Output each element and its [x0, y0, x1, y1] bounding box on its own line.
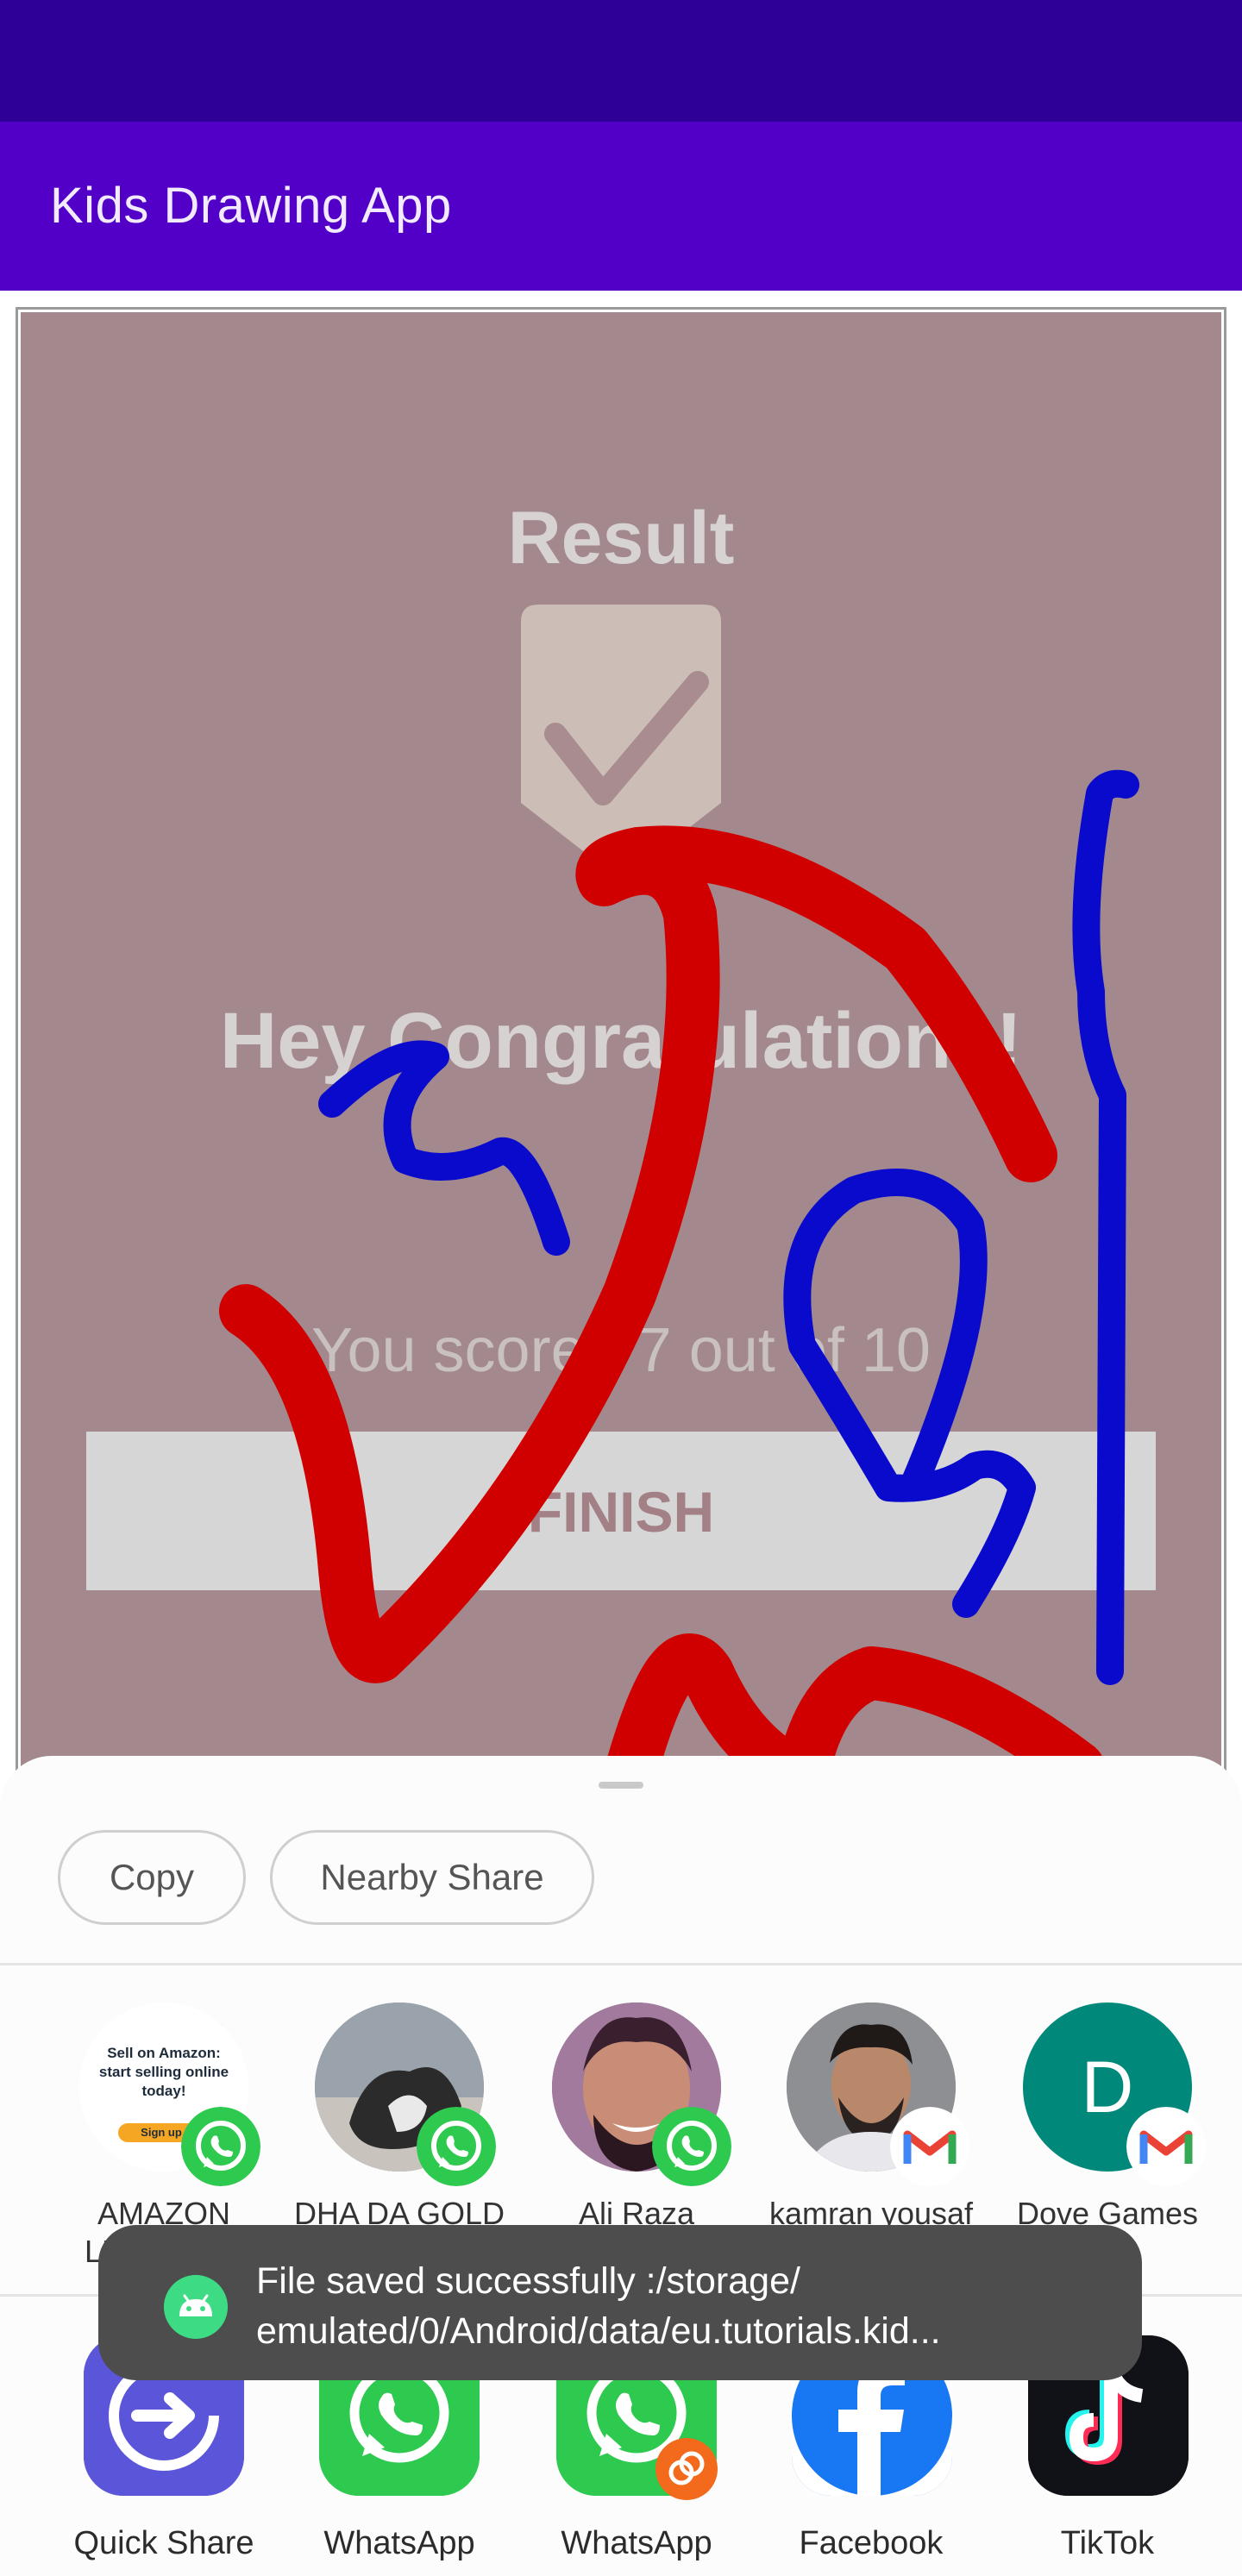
app-name: TikTok — [1060, 2525, 1155, 2561]
share-sheet-drag-handle[interactable] — [599, 1782, 643, 1789]
blue-stroke — [783, 1169, 1036, 1618]
android-icon — [164, 2275, 228, 2339]
app-name: WhatsApp — [561, 2525, 712, 2561]
red-stroke — [219, 825, 1057, 1683]
dual-messenger-badge-icon — [656, 2438, 718, 2500]
copy-chip-button[interactable]: Copy — [58, 1830, 246, 1925]
toast-message: File saved successfully :/storage/ emula… — [256, 2256, 1127, 2356]
divider — [0, 1963, 1242, 1965]
whatsapp-icon — [181, 2107, 260, 2186]
whatsapp-icon — [652, 2107, 731, 2186]
gmail-icon — [1126, 2107, 1206, 2186]
blue-stroke — [1072, 769, 1139, 1685]
amazon-ad-text: today! — [141, 2083, 186, 2099]
toast-line-1: File saved successfully :/storage/ — [256, 2260, 800, 2302]
gmail-icon — [890, 2107, 969, 2186]
amazon-ad-text: Sell on Amazon: — [107, 2045, 221, 2061]
nearby-share-chip-button[interactable]: Nearby Share — [270, 1830, 594, 1925]
red-stroke — [604, 1633, 1105, 1768]
blue-stroke — [318, 1040, 570, 1256]
app-name: Facebook — [799, 2525, 944, 2561]
drawing-strokes — [219, 769, 1139, 1768]
avatar-initial: D — [1081, 2046, 1134, 2128]
toast-line-2: emulated/0/Android/data/eu.tutorials.kid… — [256, 2310, 941, 2352]
app-name: Quick Share — [73, 2525, 254, 2561]
amazon-ad-text: start selling online — [98, 2064, 229, 2080]
whatsapp-icon — [417, 2107, 496, 2186]
app-name: WhatsApp — [323, 2525, 475, 2561]
